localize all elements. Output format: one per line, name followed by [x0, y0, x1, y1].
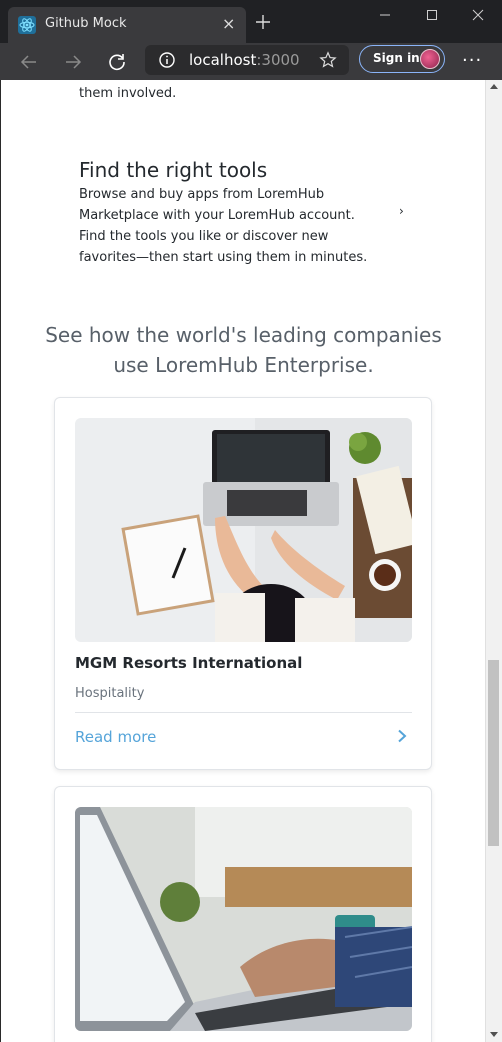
card-image-laptop-typing — [75, 807, 412, 1031]
customer-card[interactable]: MGM Resorts International Hospitality Re… — [54, 397, 432, 770]
minimize-icon[interactable] — [376, 6, 394, 24]
customer-card[interactable] — [54, 786, 432, 1042]
card-image-workspace — [75, 418, 412, 642]
scrollbar-thumb[interactable] — [488, 660, 499, 846]
browser-toolbar: localhost:3000 Sign in ··· — [0, 43, 502, 80]
read-more-link[interactable]: Read more — [75, 728, 156, 746]
card-category: Hospitality — [75, 686, 145, 701]
vertical-scrollbar[interactable] — [485, 80, 502, 1042]
scroll-up-arrow-icon[interactable] — [490, 84, 498, 89]
more-menu-icon[interactable]: ··· — [462, 50, 482, 71]
previous-section-text: them involved. — [79, 86, 177, 101]
card-divider — [75, 712, 412, 713]
react-icon — [18, 16, 36, 34]
new-tab-icon[interactable] — [253, 12, 273, 32]
url-host: localhost — [189, 51, 257, 69]
chevron-right-icon[interactable]: › — [399, 204, 404, 218]
tab-title: Github Mock — [45, 16, 127, 31]
scroll-down-arrow-icon[interactable] — [490, 1032, 498, 1037]
close-window-icon[interactable] — [469, 6, 487, 24]
sign-in-label: Sign in — [373, 51, 420, 65]
url-port: :3000 — [256, 51, 300, 69]
back-icon[interactable] — [18, 51, 40, 73]
tools-heading: Find the right tools — [79, 158, 268, 182]
info-icon[interactable] — [158, 51, 176, 69]
card-title: MGM Resorts International — [75, 654, 303, 672]
address-bar[interactable]: localhost:3000 — [145, 45, 349, 75]
page-content: them involved. Find the right tools Brow… — [0, 80, 485, 1042]
maximize-icon[interactable] — [423, 6, 441, 24]
sign-in-button[interactable]: Sign in — [359, 45, 445, 73]
forward-icon[interactable] — [62, 51, 84, 73]
avatar — [420, 49, 440, 69]
close-tab-icon[interactable]: × — [222, 15, 235, 33]
chevron-right-icon[interactable] — [396, 729, 408, 743]
url-text: localhost:3000 — [189, 51, 300, 69]
tools-description: Browse and buy apps from LoremHub Market… — [79, 187, 368, 265]
section-heading: See how the world's leading companies us… — [45, 323, 442, 377]
browser-tab[interactable]: Github Mock × — [8, 7, 246, 43]
refresh-icon[interactable] — [106, 51, 128, 73]
browser-titlebar: Github Mock × — [0, 0, 502, 43]
star-icon[interactable] — [319, 51, 337, 69]
